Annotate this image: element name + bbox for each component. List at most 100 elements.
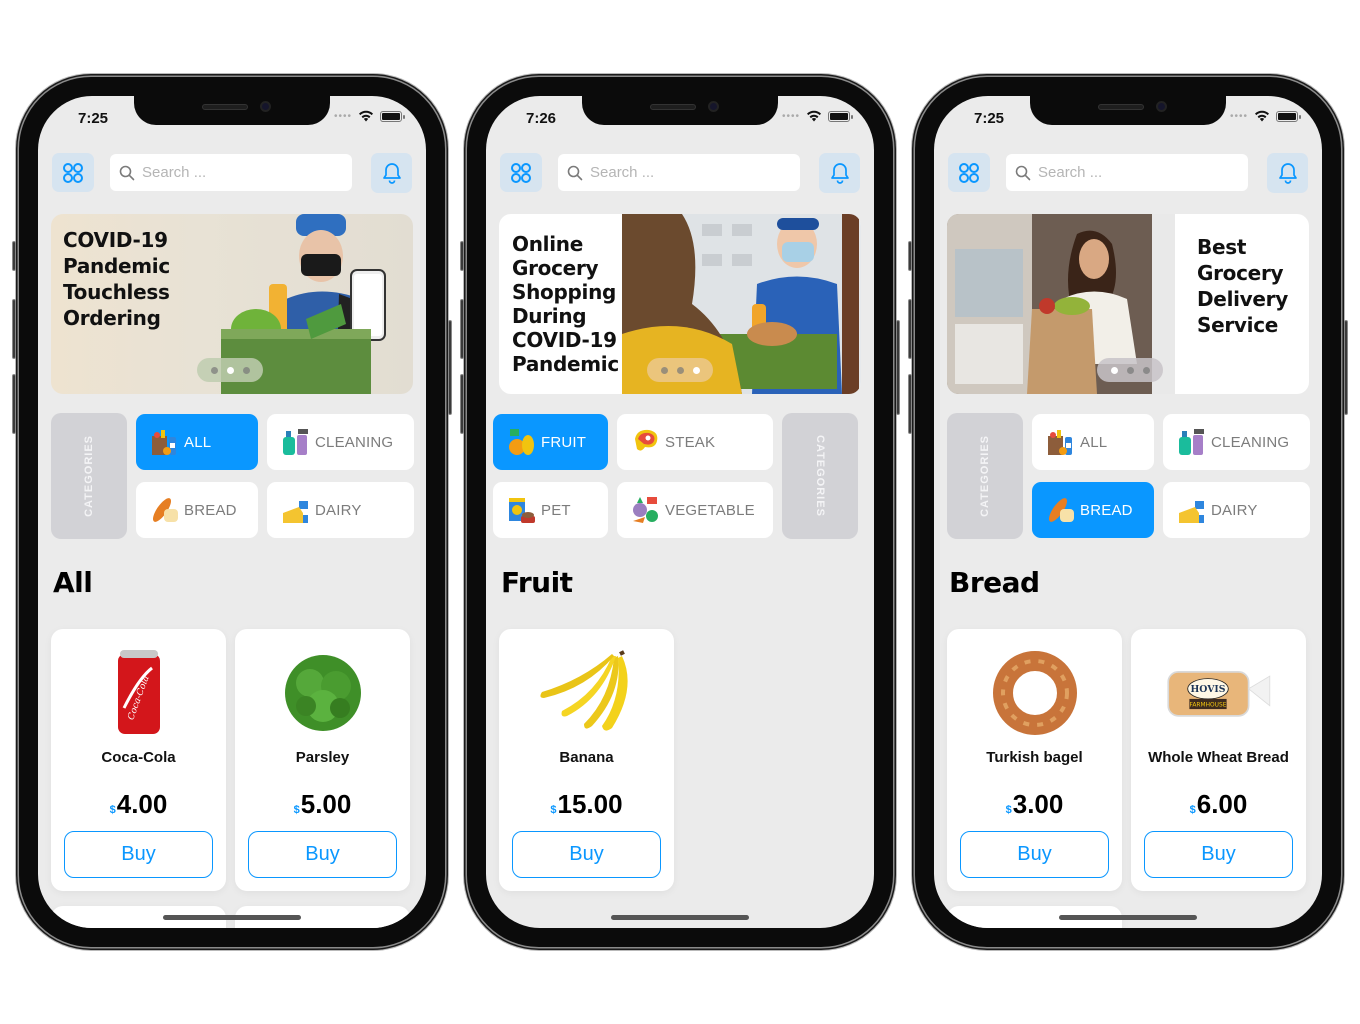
volume-down-button: [12, 374, 16, 434]
category-all[interactable]: ALL: [136, 414, 258, 470]
product-name: Parsley: [295, 749, 350, 766]
promo-banner[interactable]: Online Grocery Shopping During COVID-19 Pande…: [499, 214, 861, 394]
buy-button[interactable]: Buy: [1144, 831, 1293, 878]
menu-button[interactable]: [948, 153, 990, 192]
category-cleaning[interactable]: CLEANING: [267, 414, 414, 470]
screen: 7:26 •••• Search ... Online Grocery Shop…: [486, 96, 874, 928]
promo-banner[interactable]: COVID-19 Pandemic Touchless Ordering: [51, 214, 413, 394]
buy-button[interactable]: Buy: [960, 831, 1109, 878]
product-card[interactable]: Banana $15.00 Buy: [499, 629, 674, 891]
power-button: [1344, 320, 1348, 415]
buy-button[interactable]: Buy: [64, 831, 213, 878]
category-label: ALL: [1080, 433, 1108, 451]
steak-icon: [631, 427, 661, 457]
home-indicator[interactable]: [1059, 915, 1197, 920]
category-cleaning[interactable]: CLEANING: [1163, 414, 1310, 470]
bread-icon: [150, 495, 180, 525]
carousel-dot-active[interactable]: [692, 366, 700, 374]
screen: 7:25 ••••: [934, 96, 1322, 928]
signal-icon: ••••: [1229, 110, 1248, 122]
category-label: PET: [541, 501, 571, 519]
buy-button[interactable]: Buy: [512, 831, 661, 878]
svg-text:HOVIS: HOVIS: [1190, 684, 1225, 695]
top-bar: [500, 153, 860, 193]
carousel-dot[interactable]: [1142, 366, 1150, 374]
status-time: 7:25: [974, 110, 1005, 127]
notifications-button[interactable]: [1267, 153, 1308, 193]
wifi-icon: [359, 110, 373, 122]
section-title: Bread: [949, 566, 1040, 599]
mute-switch: [460, 241, 464, 271]
category-label: CLEANING: [315, 433, 394, 451]
notifications-button[interactable]: [819, 153, 860, 193]
carousel-dot[interactable]: [210, 366, 218, 374]
carousel-dot[interactable]: [676, 366, 684, 374]
carousel-dot[interactable]: [242, 366, 250, 374]
carousel-dot[interactable]: [660, 366, 668, 374]
grid-four-circles-icon: [63, 162, 83, 183]
carousel-indicator[interactable]: [647, 358, 713, 382]
carousel-dot[interactable]: [1126, 366, 1134, 374]
category-steak[interactable]: STEAK: [617, 414, 773, 470]
category-bread[interactable]: BREAD: [136, 482, 258, 538]
grocery-bag-icon: [1046, 427, 1076, 457]
category-label: DAIRY: [1211, 501, 1258, 519]
category-all[interactable]: ALL: [1032, 414, 1154, 470]
product-image-coca-cola: Coca-Cola: [84, 645, 194, 740]
status-icons: ••••: [1229, 110, 1301, 122]
notch: [582, 96, 778, 125]
categories-label: CATEGORIES: [51, 413, 127, 539]
phone-frame-3: 7:25 •••• Search ... Best Grocery Delive…: [908, 77, 1348, 947]
category-label: STEAK: [665, 433, 716, 451]
product-card[interactable]: HOVIS FARMHOUSE Whole Wheat Bread $6.00 B…: [1131, 629, 1306, 891]
carousel-dot-active[interactable]: [1110, 366, 1118, 374]
category-dairy[interactable]: DAIRY: [1163, 482, 1310, 538]
home-indicator[interactable]: [163, 915, 301, 920]
bell-icon: [830, 163, 849, 184]
category-fruit[interactable]: FRUIT: [493, 414, 608, 470]
search-input[interactable]: [142, 164, 342, 181]
banner-headline: COVID-19 Pandemic Touchless Ordering: [63, 228, 170, 330]
home-indicator[interactable]: [611, 915, 749, 920]
screen: 7:25 ••••: [38, 96, 426, 928]
search-input[interactable]: [590, 164, 790, 181]
category-label: DAIRY: [315, 501, 362, 519]
battery-icon: [380, 110, 405, 122]
carousel-dot-active[interactable]: [226, 366, 234, 374]
product-card[interactable]: Turkish bagel $3.00 Buy: [947, 629, 1122, 891]
buy-button[interactable]: Buy: [248, 831, 397, 878]
status-time: 7:25: [78, 110, 109, 127]
section-title: All: [53, 566, 93, 599]
product-price: $15.00: [550, 789, 623, 819]
cleaning-bottles-icon: [1177, 427, 1207, 457]
category-vegetable[interactable]: VEGETABLE: [617, 482, 773, 538]
search-box[interactable]: [1006, 154, 1248, 191]
menu-button[interactable]: [500, 153, 542, 192]
menu-button[interactable]: [52, 153, 94, 192]
search-input[interactable]: [1038, 164, 1238, 181]
phone-frame-1: 7:25 •••• Search ... COVID-19 Pandemic T…: [12, 77, 452, 947]
search-box[interactable]: [558, 154, 800, 191]
volume-down-button: [460, 374, 464, 434]
category-pet[interactable]: PET: [493, 482, 608, 538]
notch: [1030, 96, 1226, 125]
category-label: FRUIT: [541, 433, 587, 451]
carousel-indicator[interactable]: [1097, 358, 1163, 382]
notifications-button[interactable]: [371, 153, 412, 193]
product-name: Banana: [559, 749, 614, 766]
pet-food-icon: [507, 495, 537, 525]
product-card[interactable]: Parsley $5.00 Buy: [235, 629, 410, 891]
volume-up-button: [12, 299, 16, 359]
product-card[interactable]: Coca-Cola Coca-Cola $4.00 Buy: [51, 629, 226, 891]
mute-switch: [908, 241, 912, 271]
currency-symbol: $: [293, 804, 300, 816]
carousel-indicator[interactable]: [197, 358, 263, 382]
currency-symbol: $: [1005, 804, 1012, 816]
wifi-icon: [807, 110, 821, 122]
search-box[interactable]: [110, 154, 352, 191]
category-dairy[interactable]: DAIRY: [267, 482, 414, 538]
promo-banner[interactable]: Best Grocery Delivery Service: [947, 214, 1309, 394]
status-icons: ••••: [334, 110, 405, 122]
category-bread[interactable]: BREAD: [1032, 482, 1154, 538]
currency-symbol: $: [1189, 804, 1196, 816]
